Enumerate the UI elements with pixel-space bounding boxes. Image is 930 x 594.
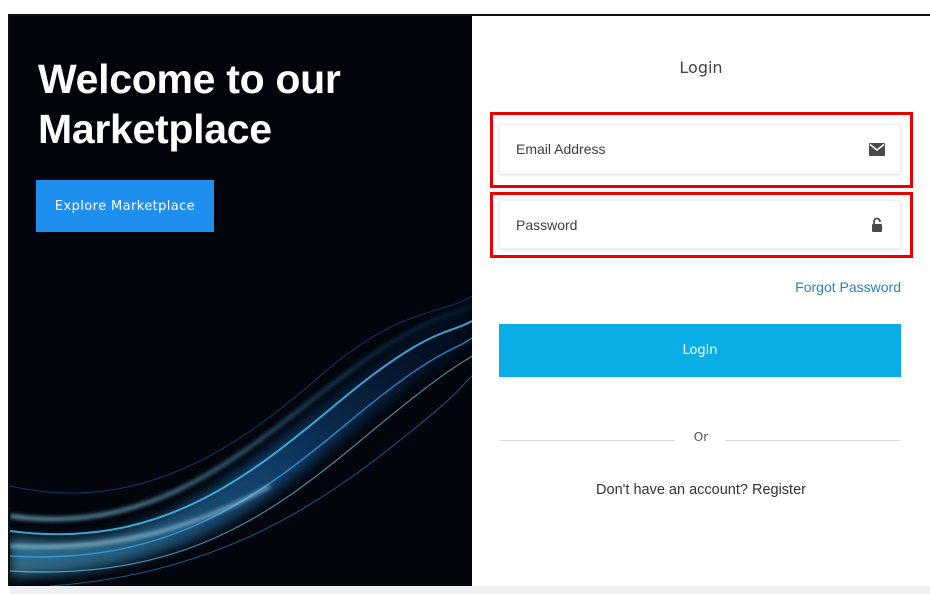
divider-line-right <box>725 440 901 441</box>
page: Welcome to our Marketplace Explore Marke… <box>0 0 930 594</box>
explore-marketplace-button[interactable]: Explore Marketplace <box>36 180 214 232</box>
email-input[interactable] <box>500 125 900 173</box>
hero-title-line-2: Marketplace <box>38 106 272 152</box>
email-field-container <box>499 124 901 174</box>
bottom-strip <box>10 586 930 594</box>
hero-title-line-1: Welcome to our <box>38 56 341 102</box>
password-field-container <box>499 200 901 249</box>
hero-panel: Welcome to our Marketplace Explore Marke… <box>10 16 472 586</box>
forgot-password-link[interactable]: Forgot Password <box>795 279 901 295</box>
envelope-icon <box>868 140 886 158</box>
password-input[interactable] <box>500 201 900 248</box>
hero-title: Welcome to our Marketplace <box>38 54 458 154</box>
unlocked-padlock-icon <box>868 216 886 234</box>
login-button[interactable]: Login <box>499 324 901 377</box>
register-prompt-text: Don't have an account? <box>596 482 748 498</box>
form-title: Login <box>679 58 723 77</box>
register-prompt: Don't have an account? Register <box>472 482 930 498</box>
divider-or-text: Or <box>693 430 709 444</box>
register-link[interactable]: Register <box>752 482 806 498</box>
login-form-panel: Login Forgot Password Logi <box>472 16 930 586</box>
